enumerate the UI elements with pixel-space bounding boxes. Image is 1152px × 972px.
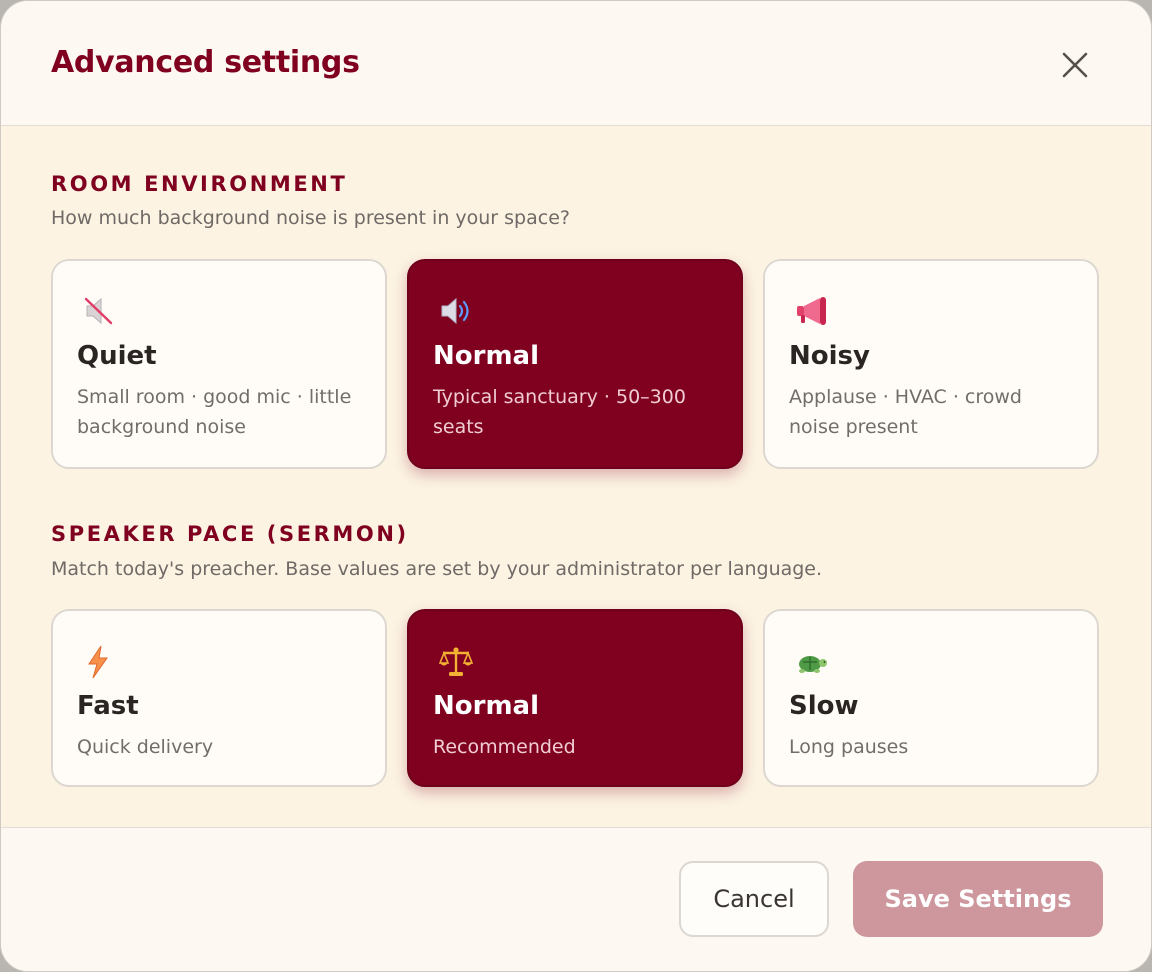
dialog-header: Advanced settings bbox=[1, 1, 1151, 126]
dialog-body: ROOM ENVIRONMENT How much background noi… bbox=[1, 126, 1151, 827]
room-option-quiet[interactable]: Quiet Small room · good mic · little bac… bbox=[51, 259, 387, 469]
option-description: Quick delivery bbox=[77, 736, 214, 758]
lightning-icon bbox=[83, 645, 115, 679]
option-description: Long pauses bbox=[789, 736, 909, 758]
pace-option-normal[interactable]: Normal Recommended bbox=[407, 609, 743, 787]
option-title: Quiet bbox=[77, 341, 157, 371]
room-environment-heading: ROOM ENVIRONMENT bbox=[51, 172, 348, 196]
option-title: Fast bbox=[77, 691, 139, 721]
speaker-icon bbox=[439, 295, 471, 327]
room-option-noisy[interactable]: Noisy Applause · HVAC · crowd noise pres… bbox=[763, 259, 1099, 469]
dialog-footer: Cancel Save Settings bbox=[1, 827, 1151, 971]
pace-option-fast[interactable]: Fast Quick delivery bbox=[51, 609, 387, 787]
close-icon bbox=[1062, 52, 1088, 78]
room-option-normal[interactable]: Normal Typical sanctuary · 50–300 seats bbox=[407, 259, 743, 469]
option-title: Normal bbox=[433, 691, 539, 721]
pace-option-slow[interactable]: Slow Long pauses bbox=[763, 609, 1099, 787]
cancel-button[interactable]: Cancel bbox=[679, 861, 829, 937]
close-button[interactable] bbox=[1055, 45, 1095, 85]
option-description: Typical sanctuary · 50–300 seats bbox=[433, 386, 686, 438]
speaker-pace-description: Match today's preacher. Base values are … bbox=[51, 558, 823, 580]
muted-speaker-icon bbox=[83, 295, 115, 327]
option-title: Slow bbox=[789, 691, 859, 721]
turtle-icon bbox=[795, 645, 827, 677]
scales-icon bbox=[438, 645, 474, 677]
dialog-title: Advanced settings bbox=[51, 45, 360, 80]
room-environment-description: How much background noise is present in … bbox=[51, 207, 570, 229]
option-title: Noisy bbox=[789, 341, 870, 371]
option-description: Recommended bbox=[433, 736, 576, 758]
option-description: Applause · HVAC · crowd noise present bbox=[789, 386, 1022, 438]
option-title: Normal bbox=[433, 341, 539, 371]
option-description: Small room · good mic · little backgroun… bbox=[77, 386, 352, 438]
megaphone-icon bbox=[795, 295, 827, 327]
speaker-pace-heading: SPEAKER PACE (SERMON) bbox=[51, 522, 409, 546]
save-settings-button[interactable]: Save Settings bbox=[853, 861, 1103, 937]
advanced-settings-dialog: Advanced settings ROOM ENVIRONMENT How m… bbox=[0, 0, 1152, 972]
